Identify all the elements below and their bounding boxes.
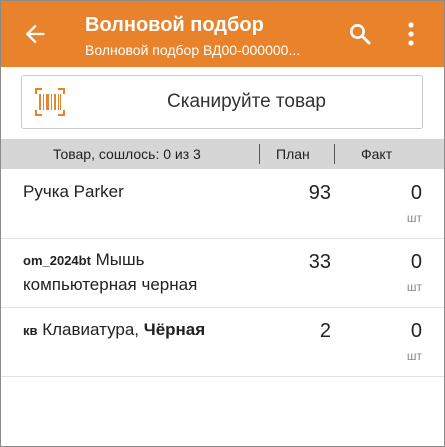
header-fact: Факт xyxy=(361,146,393,162)
table-row[interactable]: Ручка Parker 93 0 шт xyxy=(1,170,444,239)
search-icon[interactable] xyxy=(348,22,372,46)
product-name-text: Ручка Parker xyxy=(23,182,124,201)
app-bar: Волновой подбор Волновой подбор ВД00-000… xyxy=(1,1,444,67)
scan-product-button[interactable]: Сканируйте товар xyxy=(21,75,423,129)
page-subtitle: Волновой подбор ВД00-000000... xyxy=(85,42,301,58)
app-screen: Волновой подбор Волновой подбор ВД00-000… xyxy=(0,0,445,447)
scan-product-label: Сканируйте товар xyxy=(167,91,326,112)
product-variant: Чёрная xyxy=(143,320,206,339)
plan-quantity: 33 xyxy=(308,251,331,273)
product-code: кв xyxy=(23,323,38,338)
back-arrow-icon[interactable] xyxy=(21,20,49,48)
barcode-icon xyxy=(35,88,65,116)
fact-quantity: 0 xyxy=(410,251,422,273)
fact-quantity: 0 xyxy=(410,182,422,204)
unit-label: шт xyxy=(406,211,422,225)
header-plan: План xyxy=(276,146,310,162)
fact-quantity: 0 xyxy=(410,320,422,342)
product-name-text: Клавиатура, xyxy=(37,320,144,339)
table-row[interactable]: кв Клавиатура, Чёрная 2 0 шт xyxy=(1,308,444,377)
product-name: om_2024bt Мышь компьютерная черная xyxy=(23,248,243,297)
table-row[interactable]: om_2024bt Мышь компьютерная черная 33 0 … xyxy=(1,239,444,308)
unit-label: шт xyxy=(406,349,422,363)
title-block: Волновой подбор Волновой подбор ВД00-000… xyxy=(85,13,300,59)
plan-quantity: 2 xyxy=(319,320,331,342)
product-name: Ручка Parker xyxy=(23,180,124,204)
plan-quantity: 93 xyxy=(308,182,331,204)
more-vert-icon[interactable] xyxy=(406,21,416,47)
page-title: Волновой подбор xyxy=(85,14,264,36)
product-name: кв Клавиатура, Чёрная xyxy=(23,318,205,343)
unit-label: шт xyxy=(406,280,422,294)
table-header: Товар, сошлось: 0 из 3 План Факт xyxy=(1,139,444,169)
header-divider xyxy=(259,144,260,164)
header-goods: Товар, сошлось: 0 из 3 xyxy=(53,146,201,162)
header-divider xyxy=(334,144,335,164)
product-code: om_2024bt xyxy=(23,253,91,268)
